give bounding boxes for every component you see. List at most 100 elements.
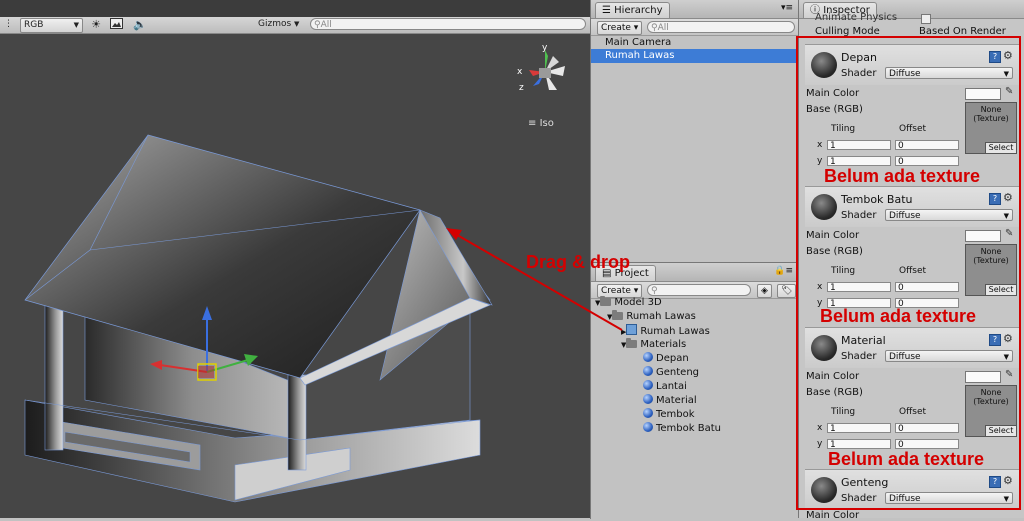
shader-dropdown[interactable]: Diffuse ▼ bbox=[885, 350, 1013, 362]
chevron-down-icon: ▼ bbox=[1003, 70, 1009, 78]
material-preview-sphere bbox=[811, 194, 837, 220]
hierarchy-panel: ☰ Hierarchy ▾≡ Create ▾ ⚲All Main Camera… bbox=[590, 0, 799, 262]
panel-menu-icon[interactable]: ▾≡ bbox=[781, 3, 793, 13]
offset-label: Offset bbox=[899, 124, 927, 134]
project-material-item[interactable]: Tembok Batu bbox=[643, 422, 721, 436]
main-color-swatch[interactable] bbox=[965, 371, 1001, 383]
project-panel: ▤ Project 🔒≡ Create ▾ ⚲ ◈ 🏷 ▼ Model 3D ▼ R… bbox=[590, 262, 799, 519]
hierarchy-tabbar: ☰ Hierarchy ▾≡ bbox=[591, 0, 799, 19]
texture-type-label: (Texture) bbox=[973, 397, 1009, 406]
project-folder-materials[interactable]: ▼ Materials bbox=[621, 338, 686, 352]
shader-label: Shader bbox=[841, 493, 877, 504]
material-name: Material bbox=[841, 334, 886, 347]
gear-icon[interactable]: ⚙ bbox=[1003, 49, 1013, 62]
tag-icon[interactable]: 🏷 bbox=[777, 284, 797, 298]
offset-y-field[interactable]: 0 bbox=[895, 439, 959, 450]
gear-icon[interactable]: ⚙ bbox=[1003, 474, 1013, 487]
project-folder-rumah-lawas[interactable]: ▼ Rumah Lawas bbox=[607, 310, 696, 324]
render-mode-label: RGB bbox=[24, 20, 44, 30]
texture-select-button[interactable]: Select bbox=[985, 425, 1016, 436]
animate-physics-label: Animate Physics bbox=[815, 12, 898, 23]
hierarchy-item-main-camera[interactable]: Main Camera bbox=[605, 36, 671, 50]
chevron-down-icon: ▼ bbox=[1003, 495, 1009, 503]
main-color-swatch[interactable] bbox=[965, 88, 1001, 100]
main-color-label: Main Color bbox=[806, 510, 860, 521]
item-label: Main Camera bbox=[605, 37, 672, 48]
axis-x-label: x bbox=[817, 423, 823, 433]
tiling-y-field[interactable]: 1 bbox=[827, 156, 891, 167]
folder-icon bbox=[612, 310, 624, 320]
tiling-y-field[interactable]: 1 bbox=[827, 439, 891, 450]
scene-search-input[interactable]: ⚲All bbox=[310, 18, 586, 30]
texture-type-label: (Texture) bbox=[973, 256, 1009, 265]
filter-type-icon[interactable]: ◈ bbox=[757, 284, 772, 298]
help-icon[interactable]: ? bbox=[989, 334, 1001, 346]
help-icon[interactable]: ? bbox=[989, 51, 1001, 63]
scene-orientation-gizmo[interactable]: y x z bbox=[515, 42, 575, 102]
image-icon[interactable] bbox=[110, 18, 126, 31]
shader-dropdown[interactable]: Diffuse ▼ bbox=[885, 492, 1013, 504]
shader-dropdown[interactable]: Diffuse ▼ bbox=[885, 67, 1013, 79]
move-gizmo[interactable] bbox=[140, 300, 270, 400]
animate-physics-checkbox[interactable] bbox=[921, 14, 931, 24]
texture-select-button[interactable]: Select bbox=[985, 284, 1016, 295]
texture-select-button[interactable]: Select bbox=[985, 142, 1016, 153]
texture-slot[interactable]: None (Texture) Select bbox=[965, 385, 1017, 437]
scene-view[interactable]: ⋮ RGB ▼ ☀ 🔈 Gizmos ▼ ⚲All y x z ≡ Iso bbox=[0, 0, 590, 518]
hierarchy-create-button[interactable]: Create ▾ bbox=[597, 21, 643, 35]
texture-none-label: None bbox=[980, 247, 1002, 256]
project-material-item[interactable]: Lantai bbox=[643, 380, 687, 394]
project-folder-model-3d[interactable]: ▼ Model 3D bbox=[595, 296, 662, 310]
project-prefab-rumah-lawas[interactable]: ▶ Rumah Lawas bbox=[621, 324, 710, 338]
help-icon[interactable]: ? bbox=[989, 476, 1001, 488]
project-search-input[interactable]: ⚲ bbox=[647, 284, 751, 296]
drag-drop-annotation: Drag & drop bbox=[526, 252, 631, 272]
material-header: Material ? ⚙ Shader Diffuse ▼ bbox=[805, 327, 1019, 368]
texture-slot[interactable]: None (Texture) Select bbox=[965, 244, 1017, 296]
gizmos-dropdown[interactable]: Gizmos ▼ bbox=[258, 18, 304, 31]
shader-dropdown[interactable]: Diffuse ▼ bbox=[885, 209, 1013, 221]
offset-label: Offset bbox=[899, 407, 927, 417]
offset-x-field[interactable]: 0 bbox=[895, 140, 959, 151]
gizmo-x-label: x bbox=[517, 67, 523, 77]
texture-slot[interactable]: None (Texture) Select bbox=[965, 102, 1017, 154]
eyedropper-icon[interactable]: ✎ bbox=[1005, 228, 1013, 239]
folder-icon bbox=[600, 296, 612, 306]
audio-icon[interactable]: 🔈 bbox=[133, 18, 149, 31]
base-rgb-label: Base (RGB) bbox=[806, 246, 863, 257]
gear-icon[interactable]: ⚙ bbox=[1003, 191, 1013, 204]
culling-mode-value[interactable]: Based On Render bbox=[919, 26, 1006, 37]
gear-icon[interactable]: ⚙ bbox=[1003, 332, 1013, 345]
project-material-item[interactable]: Material bbox=[643, 394, 697, 408]
eyedropper-icon[interactable]: ✎ bbox=[1005, 369, 1013, 380]
project-material-item[interactable]: Tembok bbox=[643, 408, 695, 422]
item-label: Rumah Lawas bbox=[626, 311, 696, 322]
offset-y-field[interactable]: 0 bbox=[895, 156, 959, 167]
gizmos-label: Gizmos bbox=[258, 19, 292, 29]
eyedropper-icon[interactable]: ✎ bbox=[1005, 86, 1013, 97]
offset-x-field[interactable]: 0 bbox=[895, 423, 959, 434]
help-icon[interactable]: ? bbox=[989, 193, 1001, 205]
tiling-x-field[interactable]: 1 bbox=[827, 423, 891, 434]
projection-toggle[interactable]: ≡ Iso bbox=[528, 118, 554, 129]
texture-none-label: None bbox=[980, 388, 1002, 397]
menu-lines-icon: ≡ bbox=[528, 118, 537, 129]
item-label: Tembok bbox=[656, 409, 695, 420]
hierarchy-item-rumah-lawas[interactable]: Rumah Lawas bbox=[591, 49, 799, 63]
project-material-item[interactable]: Depan bbox=[643, 352, 689, 366]
offset-x-field[interactable]: 0 bbox=[895, 282, 959, 293]
hierarchy-search-input[interactable]: ⚲All bbox=[647, 21, 795, 33]
item-label: Rumah Lawas bbox=[640, 326, 710, 337]
project-material-item[interactable]: Genteng bbox=[643, 366, 699, 380]
main-color-swatch[interactable] bbox=[965, 230, 1001, 242]
tab-hierarchy[interactable]: ☰ Hierarchy bbox=[595, 2, 670, 18]
tiling-x-field[interactable]: 1 bbox=[827, 282, 891, 293]
lock-icon[interactable]: 🔒≡ bbox=[774, 266, 793, 276]
material-header: Genteng ? ⚙ Shader Diffuse ▼ bbox=[805, 469, 1019, 510]
scene-toolbar: ⋮ RGB ▼ ☀ 🔈 Gizmos ▼ ⚲All bbox=[0, 17, 590, 34]
render-mode-dropdown[interactable]: RGB ▼ bbox=[20, 18, 83, 33]
sun-icon[interactable]: ☀ bbox=[88, 18, 104, 31]
chevron-down-icon: ▼ bbox=[1003, 353, 1009, 361]
house-model[interactable] bbox=[0, 33, 590, 518]
tiling-x-field[interactable]: 1 bbox=[827, 140, 891, 151]
